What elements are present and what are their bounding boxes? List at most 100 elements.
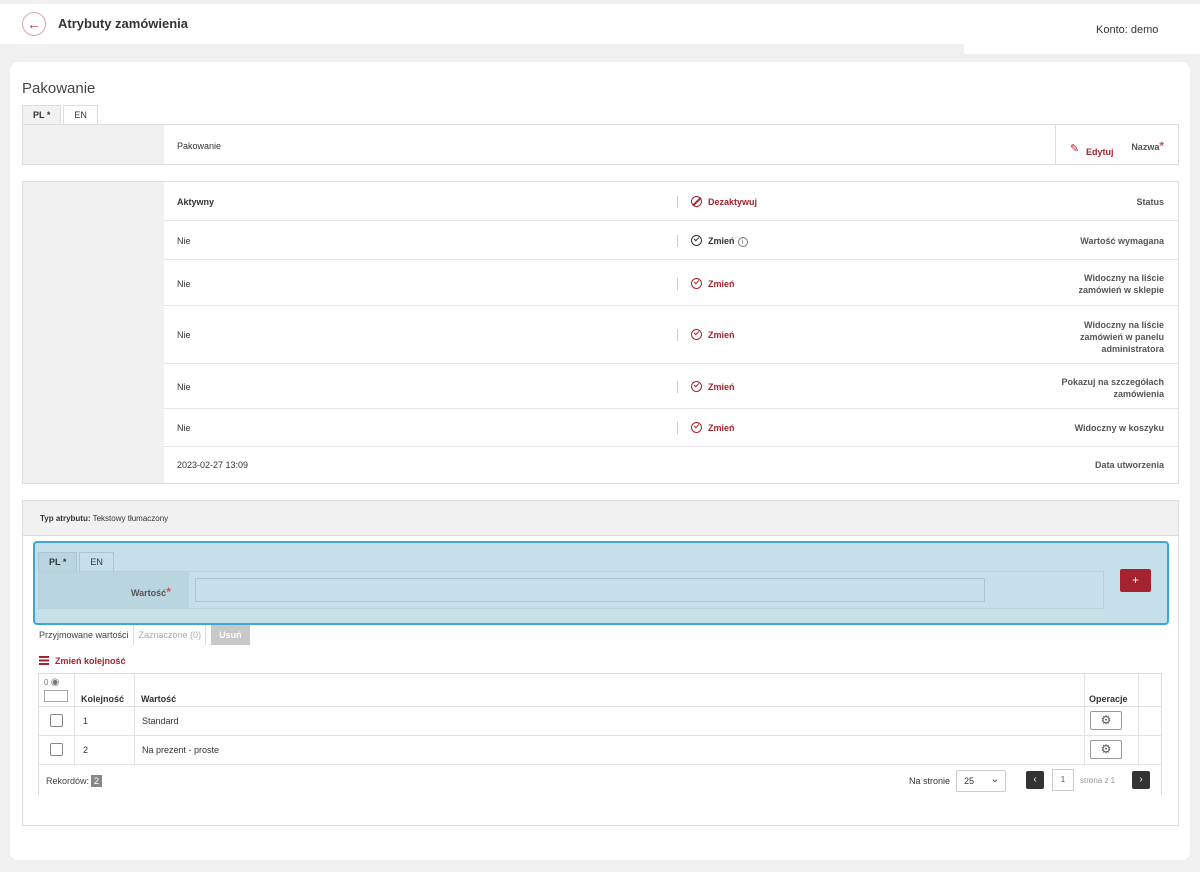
row-order: 1	[83, 716, 89, 726]
account-label: Konto: demo	[1096, 24, 1159, 36]
table-header: 0 ◉ Kolejność Wartość Operacje	[39, 674, 1161, 707]
visible-shop-list-label: Widoczny na liście zamówień w sklepie	[1078, 273, 1164, 295]
change-visible-admin-list-button[interactable]: Zmień	[691, 329, 735, 340]
main-card: Pakowanie PL * EN Nazwa* Pakowanie ✎ Edy…	[10, 62, 1190, 860]
table-row: 1 Standard ⚙	[39, 707, 1161, 736]
show-order-details-value: Nie	[177, 382, 191, 392]
tab-en[interactable]: EN	[63, 105, 98, 124]
per-page-select[interactable]: 25 ⌄	[956, 770, 1006, 792]
eye-icon[interactable]: ◉	[51, 677, 60, 688]
value-input[interactable]	[195, 578, 985, 602]
delete-button[interactable]: Usuń	[211, 625, 250, 645]
page-input[interactable]: 1	[1052, 769, 1074, 791]
value-form: PL * EN Wartość* +	[33, 541, 1169, 625]
separator	[677, 278, 678, 290]
separator	[677, 329, 678, 341]
separator	[677, 381, 678, 393]
top-bar-extension	[964, 40, 1200, 54]
tab-selected[interactable]: Zaznaczone (0)	[139, 625, 207, 645]
page-title: Atrybuty zamówienia	[58, 16, 189, 31]
deactivate-button[interactable]: Dezaktywuj	[691, 196, 757, 207]
status-table: Status Aktywny Dezaktywuj Wartość wymaga…	[22, 181, 1179, 484]
visible-shop-list-value: Nie	[177, 279, 191, 289]
created-date-label: Data utworzenia	[1094, 460, 1164, 470]
attribute-type-bar: Typ atrybutu: Tekstowy tłumaczony	[22, 500, 1179, 536]
name-value: Pakowanie	[177, 141, 222, 151]
check-circle-icon	[691, 329, 702, 340]
records-count: Rekordów: 2	[46, 775, 103, 787]
tab-pl[interactable]: PL *	[38, 552, 78, 571]
chevron-down-icon: ⌄	[990, 774, 999, 785]
change-required-button[interactable]: Zmień i	[691, 235, 748, 247]
column-selector[interactable]: 0 ◉	[44, 677, 68, 704]
tab-pl[interactable]: PL *	[22, 105, 62, 124]
records-badge: 2	[91, 775, 103, 787]
column-operations: Operacje	[1089, 694, 1128, 704]
next-page-button[interactable]: ›	[1132, 771, 1150, 789]
add-value-button[interactable]: +	[1120, 569, 1151, 592]
row-checkbox[interactable]	[50, 743, 63, 756]
value-subtabs: Przyjmowane wartości Zaznaczone (0) Usuń	[39, 625, 250, 645]
row-value: Na prezent - proste	[142, 745, 220, 755]
change-show-order-details-button[interactable]: Zmień	[691, 381, 735, 392]
row-divider	[164, 259, 1178, 260]
value-language-tabs: PL * EN	[38, 552, 116, 571]
required-value-label: Wartość wymagana	[1080, 236, 1164, 246]
row-divider	[164, 363, 1178, 364]
check-circle-icon	[691, 381, 702, 392]
separator	[677, 235, 678, 247]
separator	[677, 196, 678, 208]
tab-accepted-values[interactable]: Przyjmowane wartości	[39, 625, 134, 645]
column-value[interactable]: Wartość	[141, 694, 176, 704]
required-marker: *	[166, 585, 171, 599]
values-table: 0 ◉ Kolejność Wartość Operacje 1 Standar…	[38, 673, 1162, 795]
table-footer: Rekordów: 2 Na stronie 25 ⌄ ‹ 1 strona z 1…	[39, 766, 1161, 795]
visible-admin-list-value: Nie	[177, 330, 191, 340]
gear-icon[interactable]: ⚙	[1090, 711, 1122, 730]
label-column	[23, 182, 164, 483]
prev-page-button[interactable]: ‹	[1026, 771, 1044, 789]
visible-admin-list-label: Widoczny na liście zamówień w panelu adm…	[1079, 320, 1164, 354]
check-circle-icon	[691, 235, 702, 246]
info-icon[interactable]: i	[737, 237, 748, 247]
visible-cart-value: Nie	[177, 423, 191, 433]
status-label: Status	[1136, 197, 1164, 207]
change-visible-cart-button[interactable]: Zmień	[691, 422, 735, 433]
separator	[677, 422, 678, 434]
ban-icon	[691, 196, 702, 207]
value-label: Wartość*	[131, 585, 171, 599]
select-all-dropdown[interactable]	[44, 690, 68, 702]
row-order: 2	[83, 745, 89, 755]
status-value: Aktywny	[177, 197, 215, 207]
change-visible-shop-list-button[interactable]: Zmień	[691, 278, 735, 289]
check-circle-icon	[691, 422, 702, 433]
pencil-icon: ✎	[1070, 143, 1080, 155]
top-bar: ← Atrybuty zamówienia	[0, 4, 1200, 44]
per-page-label: Na stronie	[909, 776, 951, 786]
edit-button[interactable]: ✎ Edytuj	[1055, 125, 1179, 164]
row-divider	[164, 305, 1178, 306]
reorder-button[interactable]: Zmień kolejność	[39, 656, 126, 666]
value-row: Wartość*	[38, 571, 1104, 609]
label-column	[23, 125, 164, 164]
row-divider	[164, 220, 1178, 221]
edit-button-label: Edytuj	[1086, 147, 1114, 157]
values-panel: PL * EN Wartość* + Przyjmowane wartości …	[22, 536, 1179, 826]
row-divider	[164, 408, 1178, 409]
attribute-type-value: Tekstowy tłumaczony	[92, 514, 169, 523]
language-tabs: PL * EN	[22, 105, 100, 124]
show-order-details-label: Pokazuj na szczegółach zamówienia	[1061, 377, 1164, 399]
list-icon	[39, 656, 49, 665]
arrow-left-icon[interactable]: ←	[22, 12, 46, 36]
column-order[interactable]: Kolejność	[81, 694, 124, 704]
attribute-type-label: Typ atrybutu:	[40, 514, 91, 523]
required-value-value: Nie	[177, 236, 191, 246]
created-date-value: 2023-02-27 13:09	[177, 460, 249, 470]
tab-en[interactable]: EN	[79, 552, 114, 571]
gear-icon[interactable]: ⚙	[1090, 740, 1122, 759]
name-row: Nazwa* Pakowanie ✎ Edytuj	[22, 124, 1179, 165]
section-title: Pakowanie	[22, 80, 96, 97]
row-checkbox[interactable]	[50, 714, 63, 727]
row-value: Standard	[142, 716, 179, 726]
check-circle-icon	[691, 278, 702, 289]
